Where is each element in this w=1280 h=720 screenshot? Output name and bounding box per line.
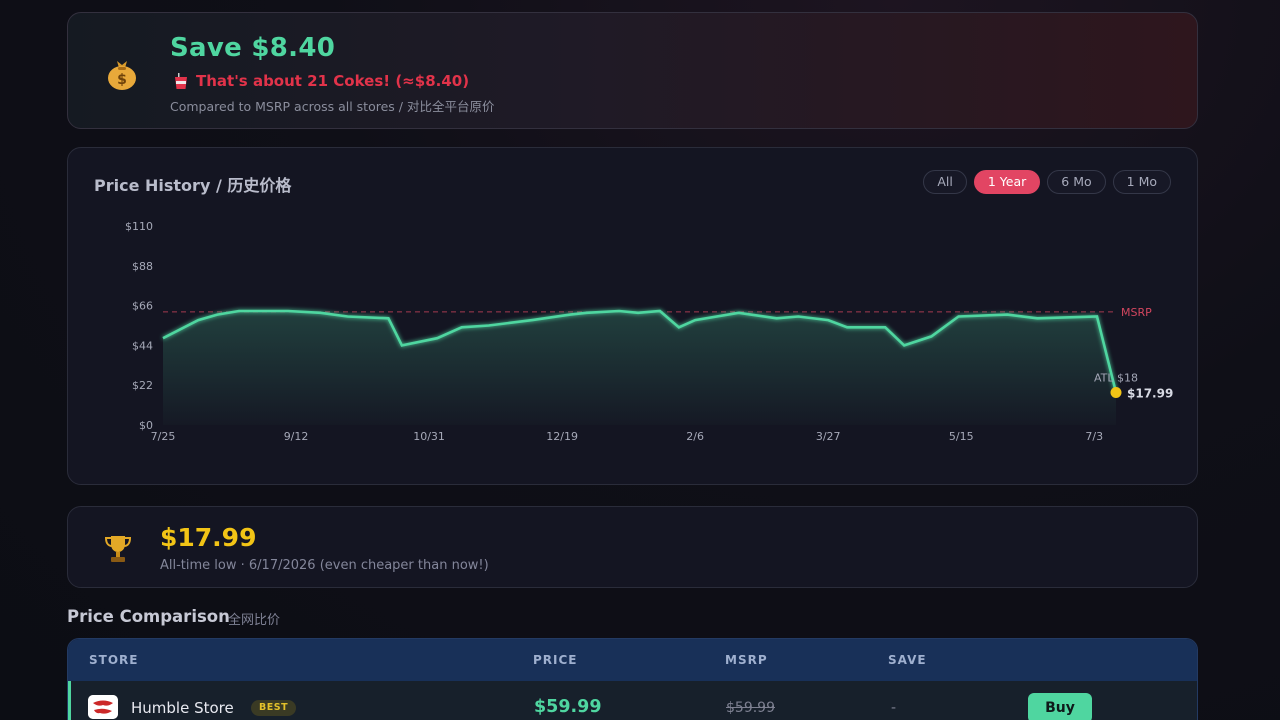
atl-label: ATL $18 bbox=[1094, 371, 1138, 384]
price-comparison-table: STORE PRICE MSRP SAVE Humble Store BEST … bbox=[67, 638, 1198, 720]
range-tabs: All 1 Year 6 Mo 1 Mo bbox=[923, 170, 1171, 194]
coke-text: That's about 21 Cokes! (≈$8.40) bbox=[196, 72, 470, 90]
price-history-title: Price History / 历史价格 bbox=[94, 176, 292, 195]
current-price-label: $17.99 bbox=[1127, 386, 1173, 400]
money-bag-icon: $ bbox=[108, 61, 136, 90]
table-row[interactable]: Humble Store BEST $59.99 $59.99 - Buy bbox=[68, 681, 1197, 720]
store-msrp: $59.99 bbox=[726, 700, 775, 716]
x-tick-label: 2/6 bbox=[686, 430, 704, 443]
range-tab-1-mo[interactable]: 1 Mo bbox=[1112, 170, 1171, 194]
y-tick-label: $66 bbox=[132, 300, 153, 313]
x-tick-label: 10/31 bbox=[413, 430, 445, 443]
all-time-low-note: All-time low · 6/17/2026 (even cheaper t… bbox=[160, 558, 489, 573]
y-tick-label: $44 bbox=[132, 339, 153, 352]
x-tick-label: 3/27 bbox=[816, 430, 841, 443]
column-header-msrp[interactable]: MSRP bbox=[725, 653, 768, 667]
savings-title: Save $8.40 bbox=[170, 33, 336, 63]
column-header-save[interactable]: SAVE bbox=[888, 653, 927, 667]
range-tab-6-mo[interactable]: 6 Mo bbox=[1047, 170, 1106, 194]
svg-text:$: $ bbox=[117, 72, 127, 88]
coke-comparison: That's about 21 Cokes! (≈$8.40) bbox=[174, 72, 469, 90]
current-price-dot[interactable] bbox=[1110, 386, 1122, 398]
y-tick-label: $110 bbox=[125, 220, 153, 233]
all-time-low-card: $17.99 All-time low · 6/17/2026 (even ch… bbox=[67, 506, 1198, 588]
price-history-card: $0 $22 $44 $66 $88 $110 7/25 9/12 10/31 12/19 2/6… bbox=[67, 147, 1198, 485]
store-price: $59.99 bbox=[534, 697, 602, 717]
best-badge: BEST bbox=[251, 700, 297, 716]
savings-note: Compared to MSRP across all stores / 对比全… bbox=[170, 99, 495, 114]
range-tab-all[interactable]: All bbox=[923, 170, 967, 194]
x-tick-label: 12/19 bbox=[546, 430, 578, 443]
y-tick-label: $88 bbox=[132, 260, 153, 273]
store-save: - bbox=[891, 700, 897, 716]
all-time-low-price: $17.99 bbox=[160, 523, 257, 552]
table-header: STORE PRICE MSRP SAVE bbox=[68, 639, 1197, 681]
humble-store-logo bbox=[88, 695, 118, 719]
x-tick-label: 9/12 bbox=[284, 430, 309, 443]
y-tick-label: $22 bbox=[132, 379, 153, 392]
store-name[interactable]: Humble Store bbox=[131, 699, 234, 717]
column-header-store[interactable]: STORE bbox=[89, 653, 138, 667]
range-tab-1-year[interactable]: 1 Year bbox=[973, 170, 1041, 194]
price-comparison-title: Price Comparison bbox=[67, 607, 230, 626]
price-area bbox=[163, 311, 1116, 425]
trophy-icon bbox=[104, 536, 132, 562]
x-tick-label: 7/25 bbox=[151, 430, 176, 443]
msrp-label: MSRP bbox=[1121, 306, 1152, 319]
x-tick-label: 5/15 bbox=[949, 430, 974, 443]
price-comparison-subtitle: 全网比价 bbox=[228, 613, 281, 628]
x-tick-label: 7/3 bbox=[1085, 430, 1103, 443]
buy-button[interactable]: Buy bbox=[1028, 693, 1092, 720]
soda-cup-icon bbox=[175, 73, 187, 89]
savings-card: $ Save $8.40 That's about 21 Cokes! (≈$8… bbox=[67, 12, 1198, 129]
column-header-price[interactable]: PRICE bbox=[533, 653, 578, 667]
price-history-chart: $0$22$44$66$88$110 7/25 9/12 10/31 12/19 2/6… bbox=[125, 220, 1173, 443]
